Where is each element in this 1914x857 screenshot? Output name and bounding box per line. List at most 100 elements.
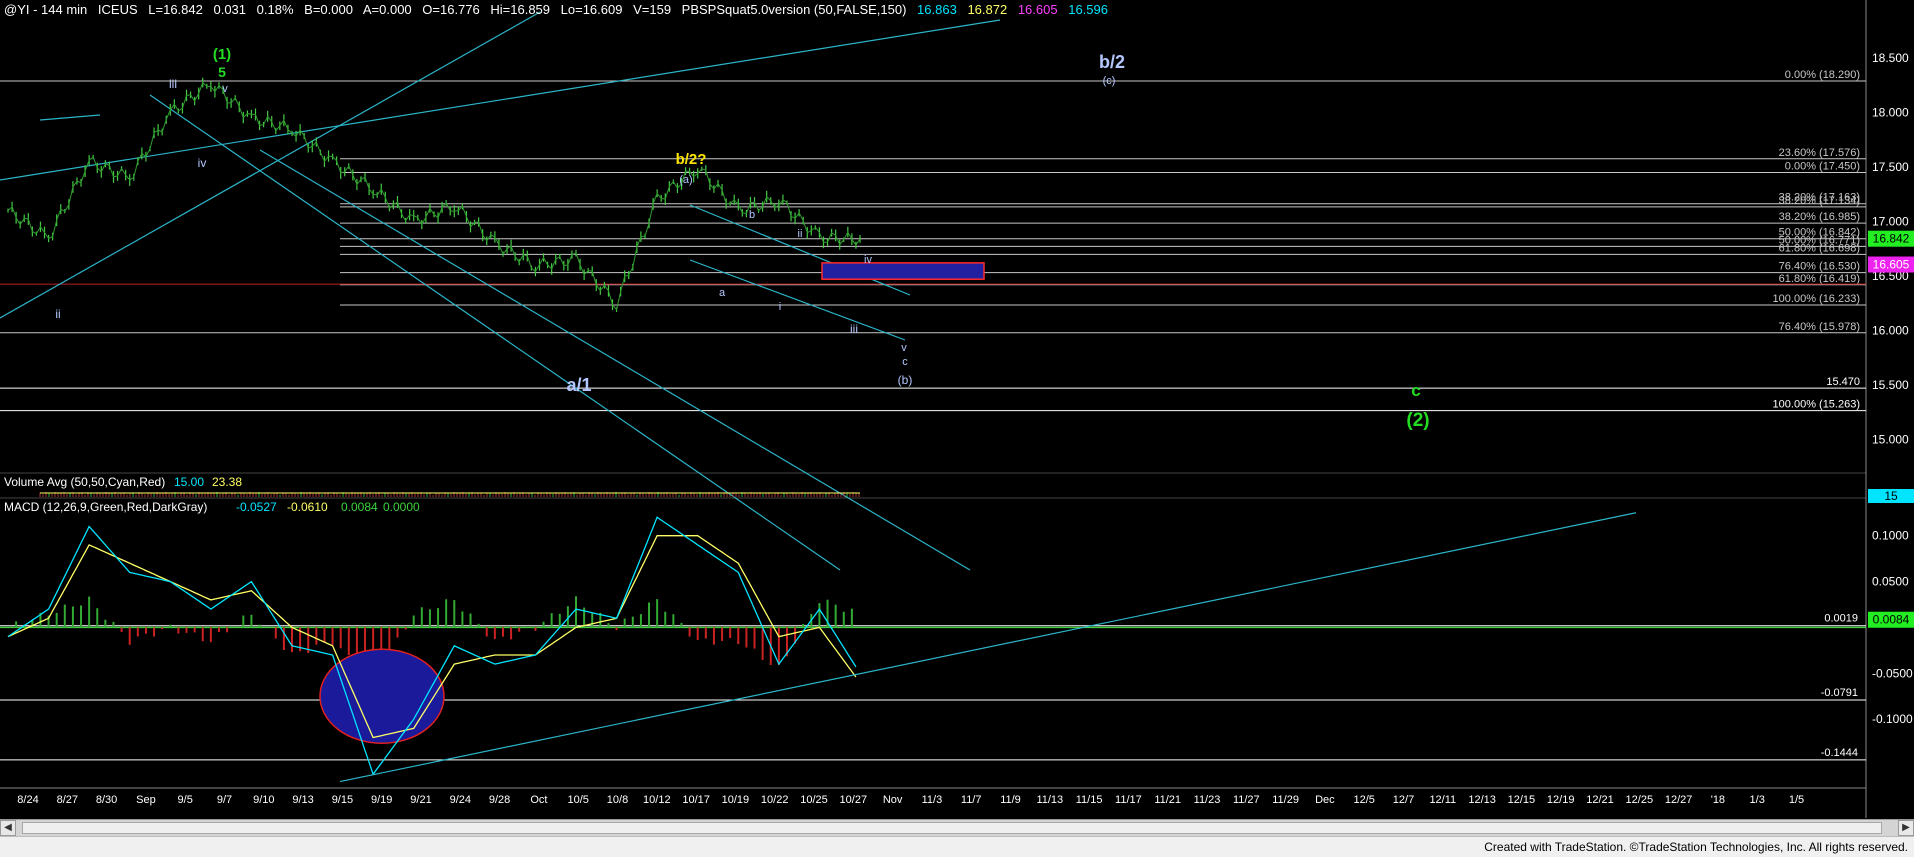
x-tick-label: 12/15 (1508, 794, 1536, 806)
fib-label: 61.80% (16.698) (1779, 242, 1860, 254)
macd-level-label: 0.0019 (1824, 613, 1858, 625)
macd-legend-value: 0.0084 (341, 500, 378, 514)
open-price: O=16.776 (422, 2, 480, 17)
wave-label: (b) (898, 373, 913, 387)
x-tick-label: Oct (530, 794, 547, 806)
x-tick-label: Nov (883, 794, 903, 806)
symbol-name: @YI - 144 min (4, 2, 88, 17)
fib-label: 15.470 (1826, 376, 1860, 388)
y-tick-label: 18.000 (1872, 106, 1909, 120)
x-tick-label: 9/13 (292, 794, 313, 806)
horizontal-scrollbar[interactable]: ◀ ▶ (0, 819, 1914, 837)
volume-legend-value: 23.38 (212, 475, 242, 489)
symbol-header: @YI - 144 min ICEUS L=16.842 0.031 0.18%… (4, 2, 1115, 20)
y-tick-label: 15.000 (1872, 432, 1909, 446)
indicator-value-4: 16.596 (1068, 2, 1108, 17)
net-change: 0.031 (213, 2, 247, 17)
fib-label: 38.20% (17.134) (1779, 195, 1860, 207)
x-tick-label: 8/30 (96, 794, 117, 806)
x-tick-label: 9/15 (332, 794, 353, 806)
footer-credit: Created with TradeStation. ©TradeStation… (1484, 840, 1908, 854)
wave-label: c (902, 356, 908, 368)
wave-label: (2) (1406, 410, 1429, 431)
fib-label: 76.40% (15.978) (1779, 321, 1860, 333)
bid: B=0.000 (304, 2, 353, 17)
x-tick-label: 1/3 (1750, 794, 1765, 806)
y-tick-label: 17.500 (1872, 160, 1909, 174)
fib-label: 0.00% (18.290) (1785, 69, 1860, 81)
x-tick-label: 10/25 (800, 794, 828, 806)
fib-label: 76.40% (16.530) (1779, 261, 1860, 273)
volume-legend-value: 15.00 (174, 475, 204, 489)
wave-label: b/2 (1099, 52, 1125, 72)
indicator-value-3: 16.605 (1017, 2, 1058, 17)
wave-label: i (779, 301, 781, 313)
x-tick-label: 10/27 (840, 794, 868, 806)
wave-label: (a) (679, 174, 692, 186)
x-tick-label: '18 (1711, 794, 1725, 806)
x-tick-label: 11/21 (1154, 794, 1181, 806)
wave-label: ii (55, 307, 60, 321)
x-tick-label: Dec (1315, 794, 1335, 806)
macd-y-tick-label: 0.1000 (1872, 529, 1909, 543)
x-tick-label: 12/19 (1547, 794, 1575, 806)
x-tick-label: 12/7 (1393, 794, 1414, 806)
x-tick-label: 12/27 (1665, 794, 1693, 806)
volume-flag-label: 15 (1884, 489, 1898, 503)
x-tick-label: 12/5 (1353, 794, 1374, 806)
x-tick-label: 9/5 (178, 794, 193, 806)
x-tick-label: 11/3 (922, 794, 943, 806)
pct-change: 0.18% (256, 2, 294, 17)
target-zone-box (821, 262, 985, 280)
macd-flag-label: 0.0084 (1873, 613, 1910, 627)
x-tick-label: 12/13 (1468, 794, 1496, 806)
x-tick-label: 10/5 (567, 794, 588, 806)
x-tick-label: 8/24 (17, 794, 38, 806)
x-tick-label: 11/27 (1233, 794, 1260, 806)
macd-legend-title: MACD (12,26,9,Green,Red,DarkGray) (4, 500, 207, 514)
scroll-right-button[interactable]: ▶ (1898, 820, 1914, 836)
macd-y-tick-label: -0.0500 (1872, 666, 1913, 680)
last-price: L=16.842 (148, 2, 203, 17)
x-tick-label: 11/23 (1194, 794, 1221, 806)
fib-label: 100.00% (16.233) (1773, 293, 1860, 305)
wave-label: iv (864, 254, 872, 266)
x-tick-label: 9/19 (371, 794, 392, 806)
x-tick-label: 9/24 (450, 794, 471, 806)
low-price: Lo=16.609 (560, 2, 623, 17)
wave-label: 5 (218, 64, 226, 80)
price-chart[interactable]: 8/24 8/27 8/30 Sep 9/5 9/7 9/10 9/13 9/15 9/19 9/2… (0, 0, 1914, 856)
x-tick-label: 11/17 (1115, 794, 1142, 806)
wave-label: (c) (1103, 75, 1116, 87)
macd-level-label: -0.0791 (1821, 687, 1858, 699)
scroll-thumb[interactable] (22, 822, 1882, 834)
fib-label: 0.00% (17.450) (1785, 160, 1860, 172)
x-tick-label: 1/5 (1789, 794, 1804, 806)
y-tick-label: 16.000 (1872, 323, 1909, 337)
divergence-highlight (319, 648, 445, 745)
x-tick-label: 8/27 (57, 794, 78, 806)
x-tick-label: 10/19 (722, 794, 750, 806)
indicator-name: PBSPSquat5.0version (50,FALSE,150) (681, 2, 907, 17)
x-tick-label: 12/25 (1626, 794, 1654, 806)
x-tick-label: 10/12 (643, 794, 671, 806)
x-tick-label: 11/15 (1076, 794, 1103, 806)
macd-legend-value: 0.0000 (383, 500, 420, 514)
y-tick-label: 17.000 (1872, 214, 1909, 228)
volume-legend-title: Volume Avg (50,50,Cyan,Red) (4, 475, 165, 489)
volume: V=159 (633, 2, 672, 17)
indicator-value-2: 16.872 (967, 2, 1008, 17)
wave-label: a (719, 287, 726, 299)
wave-label: v (222, 83, 228, 95)
x-tick-label: 9/21 (410, 794, 431, 806)
fib-label: 38.20% (16.985) (1779, 211, 1860, 223)
footer-bar: Created with TradeStation. ©TradeStation… (0, 836, 1914, 857)
scroll-left-button[interactable]: ◀ (0, 820, 16, 836)
macd-level-label: -0.1444 (1821, 747, 1858, 759)
fib-label: 23.60% (17.576) (1779, 147, 1860, 159)
y-tick-label: 15.500 (1872, 378, 1909, 392)
x-tick-label: 9/28 (489, 794, 510, 806)
x-tick-label: 12/11 (1429, 794, 1456, 806)
x-tick-label: 9/10 (253, 794, 274, 806)
wave-label: a/1 (566, 375, 591, 395)
